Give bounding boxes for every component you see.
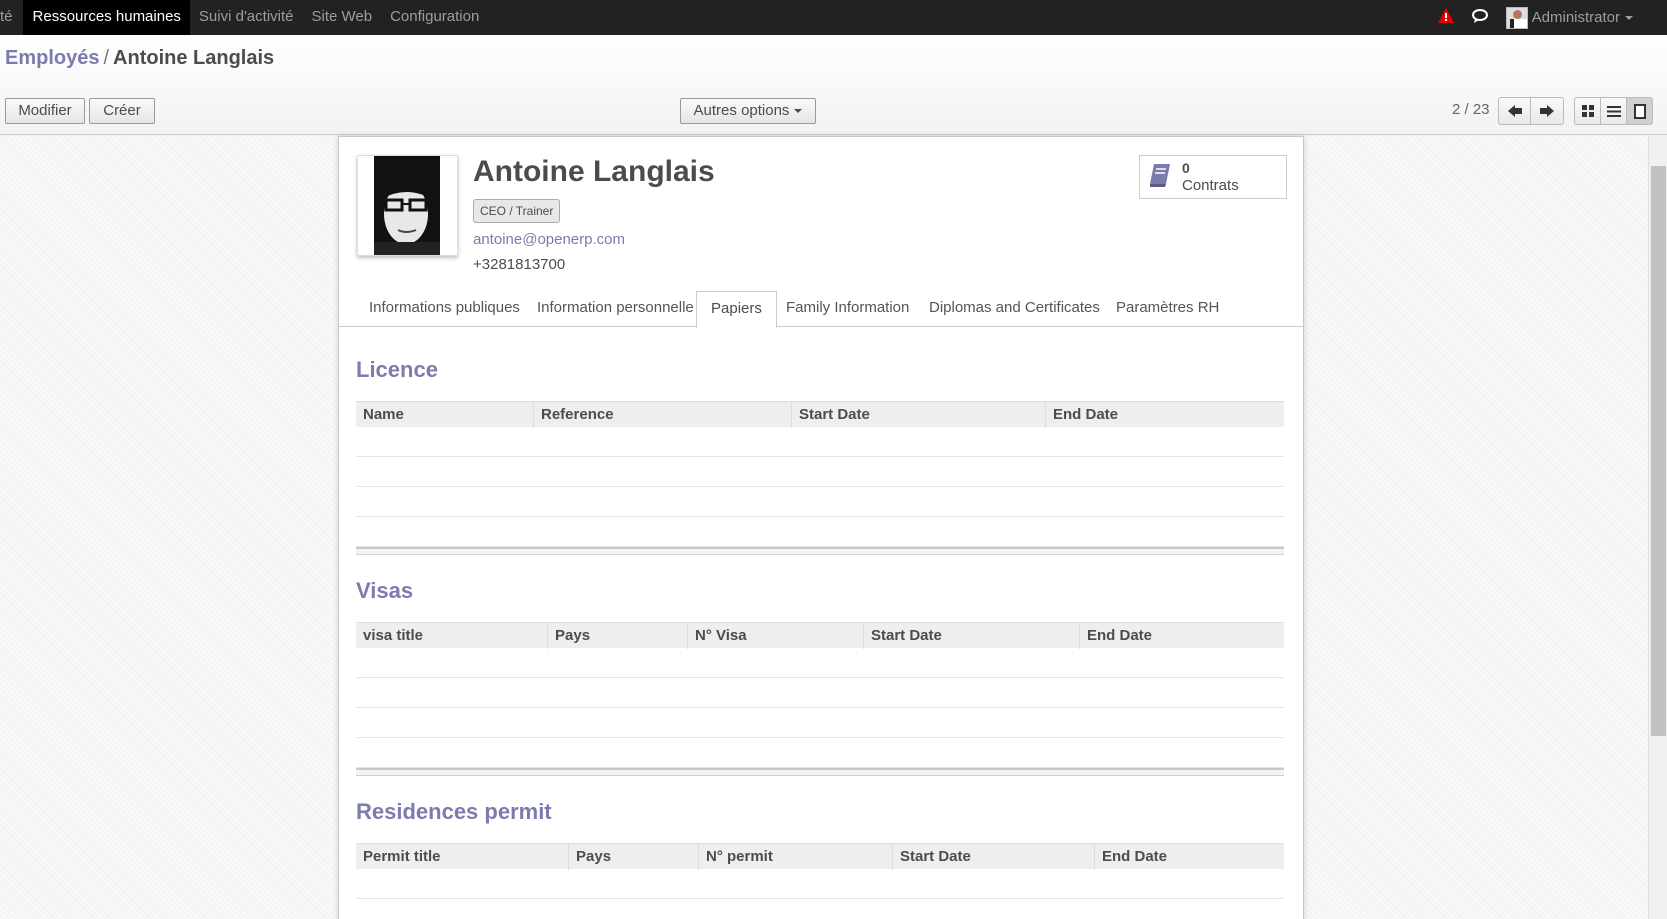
form-sheet: Antoine Langlais CEO / Trainer antoine@o… [338,136,1304,919]
licence-section-title: Licence [356,357,438,382]
menu-item-site-web[interactable]: Site Web [303,0,382,35]
residences-section-title: Residences permit [356,799,552,824]
caret-down-icon [794,109,803,114]
breadcrumb-current: Antoine Langlais [113,47,275,69]
residences-table: Permit title Pays N° permit Start Date E… [356,843,1284,919]
column-header[interactable]: Start Date [864,623,1080,649]
list-view-button[interactable] [1600,97,1627,125]
table-row [356,648,1284,678]
chat-icon[interactable] [1471,8,1488,27]
tab-information-personnelle[interactable]: Information personnelle [537,291,694,327]
contracts-count: 0 [1182,160,1190,176]
tab-family-information[interactable]: Family Information [786,291,909,327]
column-header[interactable]: Pays [569,844,699,870]
scrollbar-thumb[interactable] [1651,166,1666,736]
warning-icon[interactable] [1437,8,1454,27]
table-row [356,738,1284,768]
user-menu[interactable]: Administrator [1505,6,1633,29]
column-header[interactable]: End Date [1080,623,1284,649]
breadcrumb: Employés / Antoine Langlais [5,47,274,70]
licence-table: Name Reference Start Date End Date [356,401,1284,555]
pager-buttons [1498,97,1564,125]
user-avatar [1505,6,1528,29]
table-row [356,487,1284,517]
kanban-view-button[interactable] [1574,97,1601,125]
employee-phone: +3281813700 [473,256,566,273]
employee-photo[interactable] [357,155,458,256]
user-name: Administrator [1531,9,1620,26]
visas-section-title: Visas [356,578,414,603]
contracts-stat-text: 0 Contrats [1182,160,1239,194]
employee-name: Antoine Langlais [473,155,715,188]
menu-item-configuration[interactable]: Configuration [381,0,488,35]
column-header[interactable]: Start Date [893,844,1095,870]
breadcrumb-separator: / [103,47,110,69]
contracts-label: Contrats [1182,177,1239,194]
table-row [356,517,1284,547]
column-header[interactable]: N° permit [699,844,893,870]
employee-portrait-image [358,156,457,255]
other-options-label: Autres options [693,102,790,119]
menu-item-ressources-humaines[interactable]: Ressources humaines [22,0,190,35]
control-panel: Employés / Antoine Langlais Modifier Créer… [0,35,1667,135]
table-footer [356,547,1284,555]
tab-informations-publiques[interactable]: Informations publiques [369,291,520,327]
top-menu-bar: té Ressources humaines Suivi d'activité … [0,0,1667,35]
column-header[interactable]: Pays [548,623,688,649]
column-header[interactable]: Reference [534,402,792,428]
column-header[interactable]: Name [356,402,534,428]
arrow-left-icon [1507,105,1522,117]
pager-next-button[interactable] [1531,97,1564,125]
table-row [356,457,1284,487]
other-options-button[interactable]: Autres options [680,98,816,124]
table-row [356,899,1284,919]
visas-table-header: visa title Pays N° Visa Start Date End D… [356,622,1284,649]
pager-previous-button[interactable] [1498,97,1531,125]
main-menu: té Ressources humaines Suivi d'activité … [0,0,488,35]
kanban-icon [1581,105,1594,117]
form-view-button[interactable] [1626,97,1653,125]
visas-table: visa title Pays N° Visa Start Date End D… [356,622,1284,776]
list-icon [1606,105,1621,117]
column-header[interactable]: visa title [356,623,548,649]
table-footer [356,768,1284,776]
create-button[interactable]: Créer [89,98,155,124]
tab-parametres-rh[interactable]: Paramètres RH [1116,291,1219,327]
job-tag[interactable]: CEO / Trainer [473,199,561,223]
view-switcher [1574,97,1653,125]
arrow-right-icon [1540,105,1554,117]
column-header[interactable]: End Date [1095,844,1284,870]
table-row [356,869,1284,899]
book-icon [1148,162,1172,192]
contracts-stat-button[interactable]: 0 Contrats [1139,155,1287,199]
table-row [356,427,1284,457]
tab-papiers[interactable]: Papiers [696,291,777,328]
licence-table-header: Name Reference Start Date End Date [356,401,1284,428]
column-header[interactable]: End Date [1046,402,1284,428]
table-row [356,708,1284,738]
notebook-tabs: Informations publiques Information perso… [339,291,1303,328]
tab-diplomas-certificates[interactable]: Diplomas and Certificates [929,291,1100,327]
scrollbar[interactable] [1648,136,1667,919]
column-header[interactable]: Permit title [356,844,569,870]
column-header[interactable]: N° Visa [688,623,864,649]
form-icon [1633,103,1646,119]
breadcrumb-employes-link[interactable]: Employés [5,47,99,69]
menu-item-suivi-activite[interactable]: Suivi d'activité [190,0,303,35]
employee-email-link[interactable]: antoine@openerp.com [473,231,625,248]
residences-table-header: Permit title Pays N° permit Start Date E… [356,843,1284,870]
column-header[interactable]: Start Date [792,402,1046,428]
systray: Administrator [1437,0,1667,35]
pager-value: 2 / 23 [1452,101,1490,118]
chevron-down-icon [1625,15,1633,20]
edit-button[interactable]: Modifier [5,98,85,124]
table-row [356,678,1284,708]
menu-item-truncated[interactable]: té [0,0,23,35]
